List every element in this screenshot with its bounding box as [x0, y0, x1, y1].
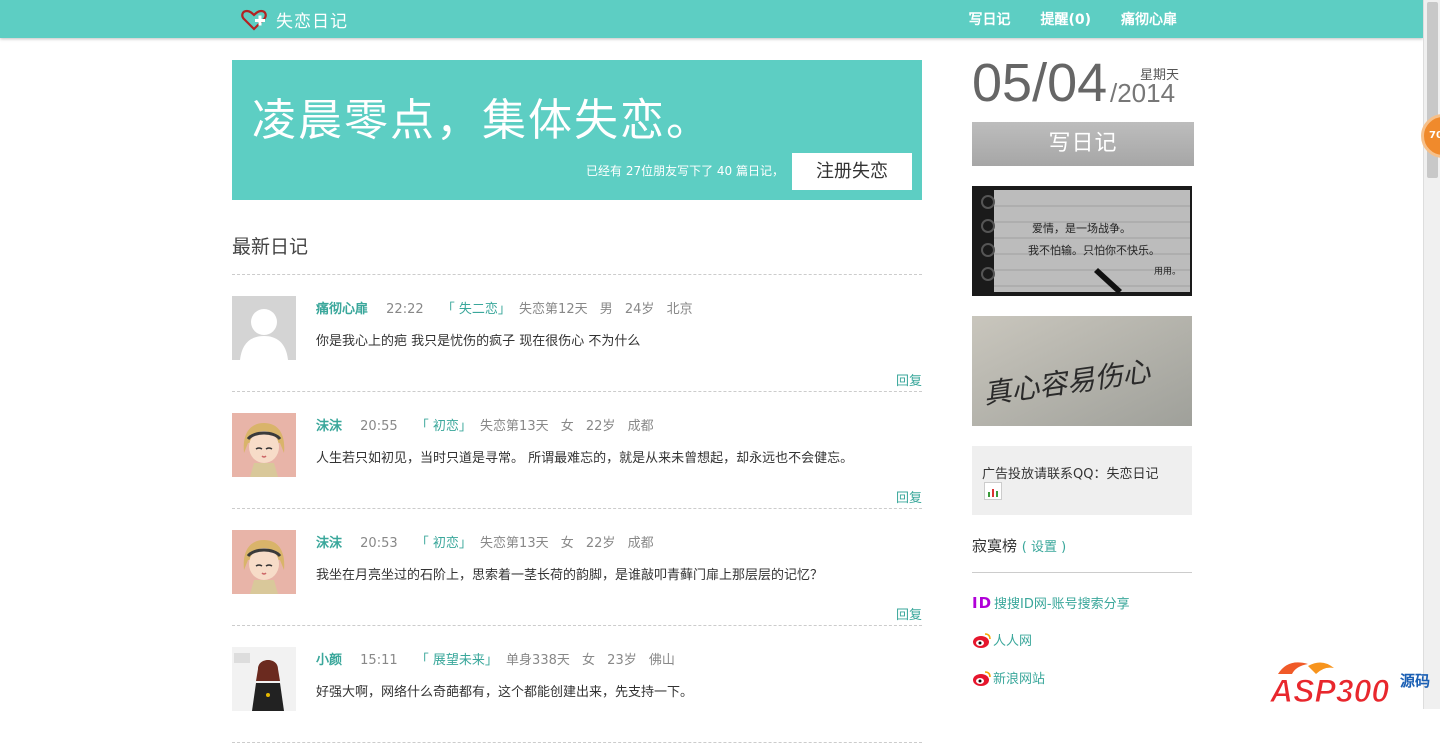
entry-time: 20:55: [360, 419, 398, 434]
svg-text:我不怕输。只怕你不快乐。: 我不怕输。只怕你不快乐。: [1028, 243, 1160, 257]
entry-meta: 沫沫 20:53 「 初恋」 失恋第13天 女 22岁 成都: [316, 532, 654, 551]
id-icon: ID: [972, 593, 993, 612]
handwriting-image: 真心容易伤心: [972, 316, 1192, 426]
site-logo[interactable]: 失恋日记: [240, 7, 348, 32]
link-label: 搜搜ID网-账号搜索分享: [994, 597, 1130, 612]
entry-city: 佛山: [648, 653, 675, 668]
entry-age: 22岁: [585, 419, 616, 434]
anime-girl-avatar-icon: [232, 530, 296, 594]
ad-box: 广告投放请联系QQ：失恋日记: [972, 446, 1192, 515]
reply-link[interactable]: 回复: [896, 487, 922, 506]
entry-status: 失恋第12天: [519, 302, 588, 317]
entry-city: 成都: [627, 419, 654, 434]
weekday: 星期天: [1140, 68, 1180, 83]
promo-image-notebook[interactable]: 爱情，是一场战争。 我不怕输。只怕你不快乐。 用用。: [972, 186, 1192, 296]
weibo-icon: [973, 670, 991, 686]
weibo-icon: [973, 632, 991, 648]
entry-gender: 女: [560, 419, 574, 434]
entry-content: 你是我心上的疤 我只是忧伤的疯子 现在很伤心 不为什么: [316, 334, 641, 349]
entry-status: 失恋第13天: [480, 419, 549, 434]
entry-category[interactable]: 「 初恋」: [416, 419, 472, 434]
promo-image-handwriting[interactable]: 真心容易伤心: [972, 316, 1192, 426]
entry-meta: 小颜 15:11 「 展望未来」 单身338天 女 23岁 佛山: [316, 649, 675, 668]
rank-title-text: 寂寞榜: [972, 537, 1018, 555]
entry-gender: 男: [599, 302, 613, 317]
entry-content: 我坐在月亮坐过的石阶上，思索着一茎长荷的韵脚，是谁敲叩青藓门扉上那层层的记忆？: [316, 568, 824, 583]
link-label: 人人网: [993, 634, 1033, 649]
cnzz-stats-icon[interactable]: [984, 482, 1002, 500]
avatar[interactable]: [232, 296, 296, 360]
entry-meta: 痛彻心扉 22:22 「 失二恋」 失恋第12天 男 24岁 北京: [316, 298, 693, 317]
reply-link[interactable]: 回复: [896, 604, 922, 623]
register-button[interactable]: 注册失恋: [792, 153, 912, 190]
diary-entry: 沫沫 20:55 「 初恋」 失恋第13天 女 22岁 成都 人生若只如初见，当…: [232, 392, 922, 509]
avatar[interactable]: [232, 647, 296, 711]
hero-banner: 凌晨零点，集体失恋。 已经有 27位朋友写下了 40 篇日记， 注册失恋: [232, 60, 922, 200]
entry-category[interactable]: 「 失二恋」: [442, 302, 511, 317]
notebook-image: 爱情，是一场战争。 我不怕输。只怕你不快乐。 用用。: [972, 186, 1192, 296]
entry-status: 失恋第13天: [480, 536, 549, 551]
entry-category[interactable]: 「 初恋」: [416, 536, 472, 551]
rank-settings-link[interactable]: ( 设置 ): [1022, 540, 1066, 555]
entry-status: 单身338天: [506, 653, 570, 668]
photo-avatar-icon: [232, 647, 296, 711]
page-scrollbar[interactable]: [1423, 0, 1440, 709]
hero-stats: 已经有 27位朋友写下了 40 篇日记，: [586, 164, 784, 178]
diary-entry: 沫沫 20:53 「 初恋」 失恋第13天 女 22岁 成都 我坐在月亮坐过的石…: [232, 509, 922, 626]
date-display: 05/04: [972, 53, 1108, 113]
hero-slogan: 凌晨零点，集体失恋。: [252, 95, 712, 146]
link-label: 新浪网站: [993, 672, 1046, 687]
section-title: 最新日记: [232, 236, 309, 258]
entry-gender: 女: [560, 536, 574, 551]
top-nav: 写日记 提醒(0) 痛彻心扉: [968, 9, 1177, 29]
reply-link[interactable]: 回复: [896, 370, 922, 389]
entry-city: 成都: [627, 536, 654, 551]
nav-write-diary[interactable]: 写日记: [968, 9, 1010, 29]
default-avatar-icon: [232, 296, 296, 360]
heart-plus-icon: [241, 9, 267, 31]
entry-age: 24岁: [624, 302, 655, 317]
avatar[interactable]: [232, 413, 296, 477]
entry-author[interactable]: 沫沫: [316, 419, 342, 434]
diary-entry: 小颜 15:11 「 展望未来」 单身338天 女 23岁 佛山 好强大啊，网络…: [232, 626, 922, 743]
svg-text:源码: 源码: [1400, 672, 1430, 690]
svg-text:ASP300: ASP300: [1269, 673, 1389, 709]
entry-time: 15:11: [360, 653, 398, 668]
entry-category[interactable]: 「 展望未来」: [416, 653, 498, 668]
entry-author[interactable]: 小颜: [316, 653, 342, 668]
nav-user[interactable]: 痛彻心扉: [1121, 9, 1177, 29]
avatar[interactable]: [232, 530, 296, 594]
nav-reminders[interactable]: 提醒(0): [1040, 9, 1091, 29]
link-renren[interactable]: 人人网: [972, 630, 1032, 649]
entry-content: 好强大啊，网络什么奇葩都有，这个都能创建出来，先支持一下。: [316, 685, 694, 700]
link-soso-id[interactable]: ID 搜搜ID网-账号搜索分享: [972, 593, 1130, 613]
site-name: 失恋日记: [276, 12, 348, 32]
write-diary-button[interactable]: 写日记: [972, 122, 1194, 166]
link-sina[interactable]: 新浪网站: [972, 668, 1045, 687]
entry-author[interactable]: 痛彻心扉: [316, 302, 368, 317]
entry-gender: 女: [582, 653, 596, 668]
entry-author[interactable]: 沫沫: [316, 536, 342, 551]
entry-content: 人生若只如初见，当时只道是寻常。 所谓最难忘的，就是从来未曾想起，却永远也不会健…: [316, 451, 854, 466]
svg-text:爱情，是一场战争。: 爱情，是一场战争。: [1032, 221, 1131, 235]
ad-text: 广告投放请联系QQ：失恋日记: [982, 467, 1159, 482]
rank-title: 寂寞榜 ( 设置 ): [972, 535, 1066, 556]
entry-age: 22岁: [585, 536, 616, 551]
entry-time: 20:53: [360, 536, 398, 551]
entry-city: 北京: [666, 302, 693, 317]
entry-age: 23岁: [607, 653, 637, 668]
svg-text:用用。: 用用。: [1154, 266, 1181, 277]
anime-girl-avatar-icon: [232, 413, 296, 477]
entry-meta: 沫沫 20:55 「 初恋」 失恋第13天 女 22岁 成都: [316, 415, 654, 434]
top-bar: 失恋日记 写日记 提醒(0) 痛彻心扉: [0, 0, 1423, 38]
diary-entry: 痛彻心扉 22:22 「 失二恋」 失恋第12天 男 24岁 北京 你是我心上的…: [232, 275, 922, 392]
divider: [972, 572, 1192, 573]
watermark-logo: ASP300 源码: [1269, 662, 1430, 709]
entry-time: 22:22: [386, 302, 424, 317]
